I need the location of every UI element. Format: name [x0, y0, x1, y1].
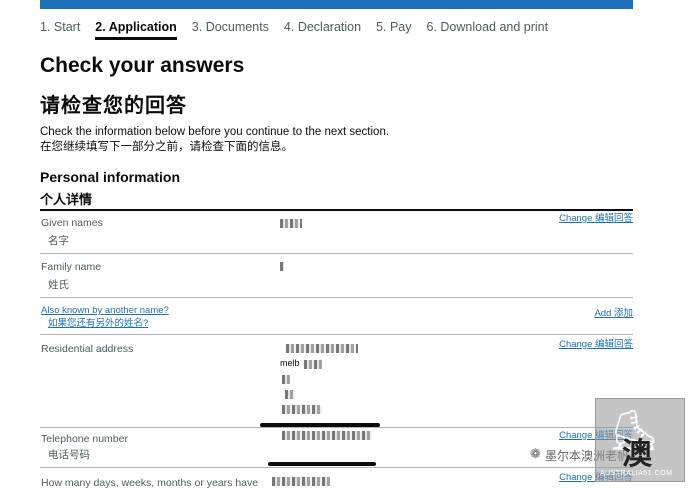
- address-line-3: [282, 375, 290, 384]
- address-line-5: [282, 405, 322, 414]
- aka-link[interactable]: Also known by another name?: [41, 305, 169, 317]
- family-name-label: Family name: [41, 261, 102, 273]
- row-divider: [40, 334, 633, 335]
- aka-link-cn[interactable]: 如果您还有另外的姓名?: [48, 318, 148, 330]
- redaction-bar: [268, 462, 376, 466]
- row-divider: [40, 467, 633, 468]
- step-application[interactable]: 2. Application: [95, 20, 177, 40]
- telephone-value: [282, 431, 372, 440]
- telephone-label: Telephone number: [41, 433, 128, 445]
- change-given-names-link[interactable]: Change 编辑回答: [559, 210, 633, 224]
- address-line-2-redacted: [304, 360, 322, 369]
- residential-address-label: Residential address: [41, 343, 134, 355]
- progress-steps: 1. Start 2. Application 3. Documents 4. …: [40, 20, 563, 40]
- address-line-4: [285, 390, 295, 399]
- wechat-icon: ❁: [530, 446, 541, 461]
- step-download[interactable]: 6. Download and print: [426, 20, 548, 40]
- section-divider: [40, 209, 633, 211]
- top-accent-bar: [40, 0, 633, 9]
- intro-en: Check the information below before you c…: [40, 126, 390, 138]
- row-divider: [40, 297, 633, 298]
- step-pay[interactable]: 5. Pay: [376, 20, 411, 40]
- page-title-cn: 请检查您的回答: [40, 95, 187, 117]
- intro-cn: 在您继续填写下一部分之前，请检查下面的信息。: [40, 141, 293, 153]
- address-line-1: [286, 344, 358, 353]
- row-divider: [40, 253, 633, 254]
- section-heading: Personal information: [40, 169, 181, 185]
- step-declaration[interactable]: 4. Declaration: [284, 20, 361, 40]
- row-divider: [40, 427, 633, 428]
- address-line-2: melb: [280, 358, 300, 368]
- family-name-value: [280, 262, 284, 271]
- step-start[interactable]: 1. Start: [40, 20, 80, 40]
- section-heading-cn: 个人详情: [40, 192, 93, 207]
- family-name-label-cn: 姓氏: [48, 279, 69, 291]
- intro-text: Check the information below before you c…: [40, 125, 389, 155]
- watermark-char: 澳: [622, 438, 652, 471]
- page-title: Check your answers: [40, 54, 245, 77]
- watermark-domain: AUSTRALIA51.COM: [600, 470, 673, 477]
- telephone-label-cn: 电话号码: [48, 449, 90, 461]
- watermark-logo: ⛸ 澳 AUSTRALIA51.COM: [595, 398, 685, 482]
- change-address-link[interactable]: Change 编辑回答: [559, 336, 633, 350]
- given-names-label-cn: 名字: [48, 235, 69, 247]
- step-documents[interactable]: 3. Documents: [192, 20, 269, 40]
- given-names-value: [280, 219, 302, 228]
- add-other-name-link[interactable]: Add 添加: [594, 305, 633, 319]
- given-names-label: Given names: [41, 217, 103, 229]
- duration-value: [272, 477, 330, 486]
